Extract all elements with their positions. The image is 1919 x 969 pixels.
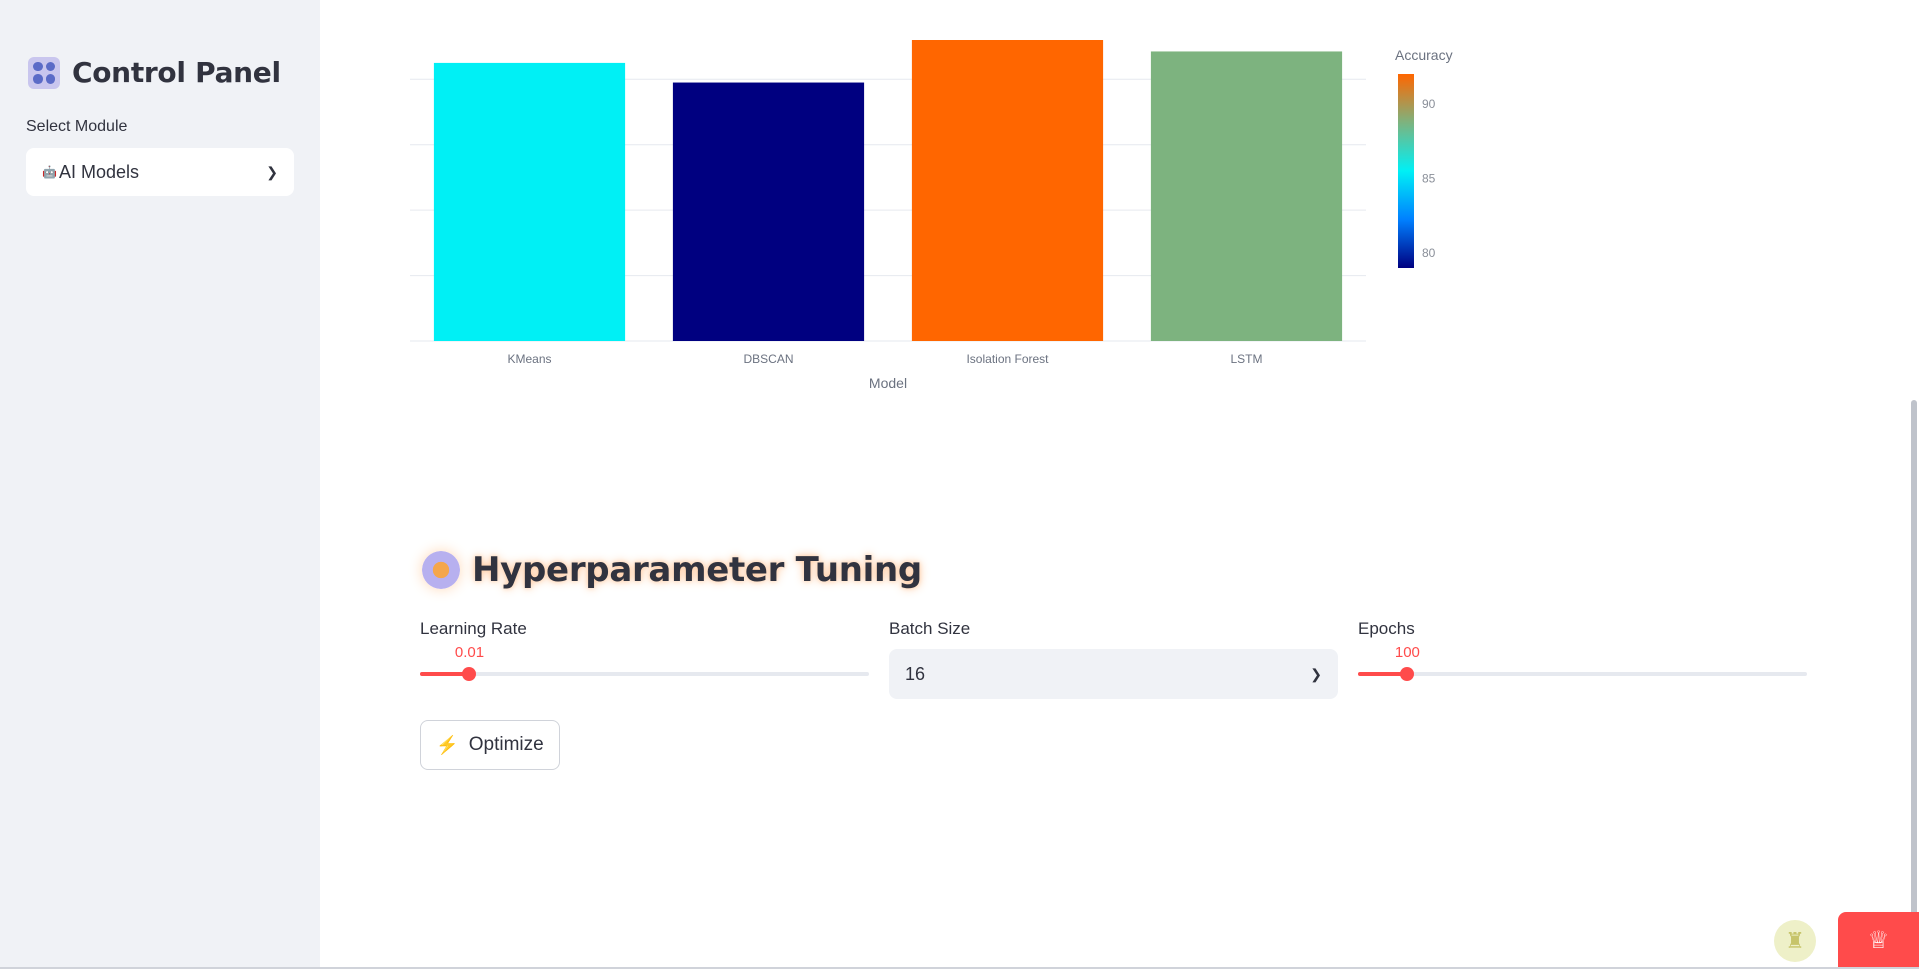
select-module-label: Select Module [26,118,128,135]
learning-rate-label: Learning Rate [420,619,527,638]
batch-size-label: Batch Size [889,619,971,638]
mascot-icon[interactable]: ♜ [1774,920,1816,962]
tuning-heading: Hyperparameter Tuning [472,550,922,590]
crown-icon[interactable]: ♕ [1838,912,1919,969]
learning-rate-value: 0.01 [454,644,485,661]
optimize-button[interactable]: ⚡ Optimize [420,720,560,770]
learning-rate-slider[interactable] [420,667,869,681]
batch-size-select[interactable]: 16 ❯ [889,649,1338,699]
accuracy-chart: 020406080KMeansDBSCANIsolation ForestLST… [349,40,1910,480]
colorbar-tick-label: 80 [1422,246,1436,260]
optimize-button-label: Optimize [468,734,544,755]
learning-rate-thumb[interactable] [462,667,477,681]
epochs-value: 100 [1394,644,1420,661]
colorbar-tick-label: 90 [1422,97,1436,111]
control-knobs-icon [28,56,60,89]
chevron-down-icon: ❯ [1310,665,1322,682]
colorbar-tick-label: 85 [1422,171,1436,185]
colorbar-title: Accuracy [1395,47,1453,63]
x-tick-label: KMeans [507,352,551,366]
sidebar-title: Control Panel [28,56,281,89]
chevron-down-icon: ❯ [266,163,278,180]
x-tick-label: LSTM [1230,352,1262,366]
bar-chart-svg: 020406080KMeansDBSCANIsolation ForestLST… [349,40,1453,391]
module-select-value: AI Models [58,161,139,182]
x-tick-label: Isolation Forest [966,352,1049,366]
lightning-icon: ⚡ [436,734,459,755]
bar [911,40,1104,341]
x-axis-label: Model [869,375,907,391]
x-tick-label: DBSCAN [743,352,793,366]
epochs-thumb[interactable] [1400,667,1415,681]
batch-size-value: 16 [905,663,926,684]
bar [433,62,626,342]
bar [1150,51,1343,342]
colorbar [1398,74,1414,268]
epochs-slider[interactable] [1358,667,1807,681]
robot-icon: 🤖 [42,165,57,179]
main-content: 020406080KMeansDBSCANIsolation ForestLST… [320,0,1919,969]
sidebar-heading: Control Panel [72,56,281,89]
module-select[interactable]: 🤖 AI Models ❯ [26,148,294,196]
bar [672,82,865,342]
scrollbar[interactable] [1907,0,1919,969]
epochs-label: Epochs [1358,619,1415,638]
gear-icon [422,551,460,589]
tuning-title: Hyperparameter Tuning [422,550,922,590]
sidebar: Control Panel Select Module 🤖 AI Models … [0,0,320,969]
scrollbar-thumb[interactable] [1911,400,1917,969]
